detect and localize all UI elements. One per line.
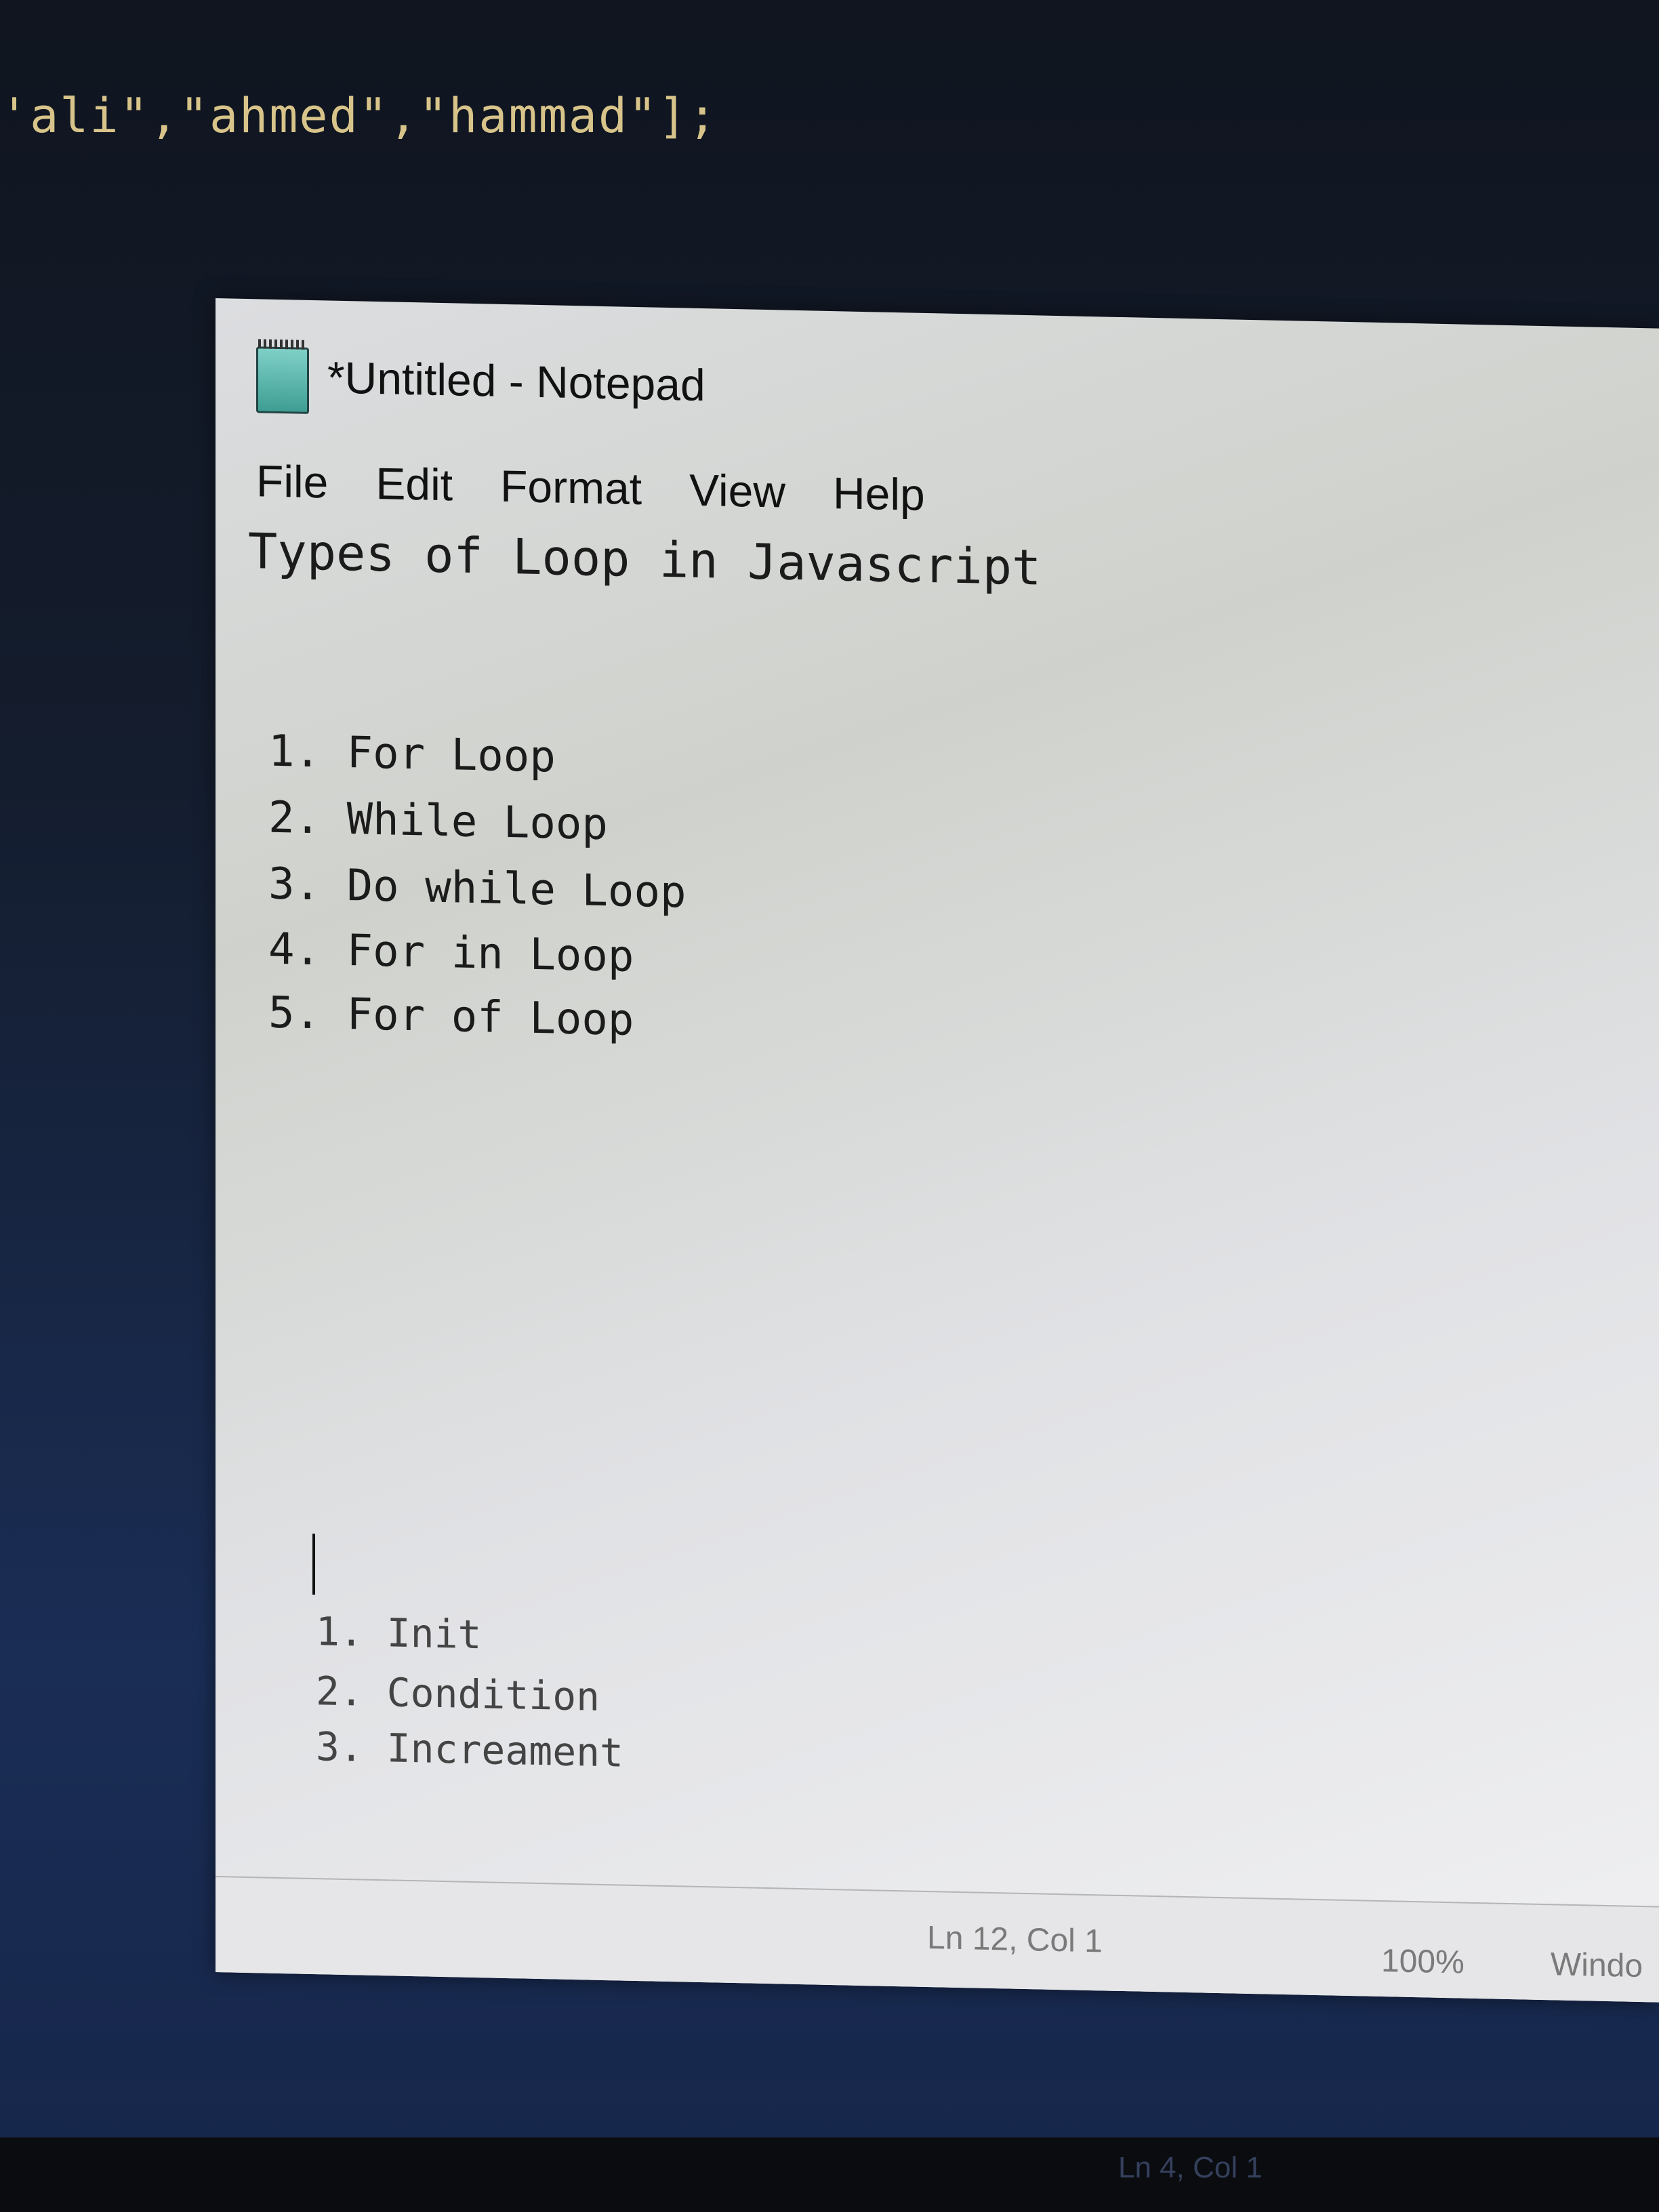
menu-file[interactable]: File (256, 455, 328, 524)
text-caret (312, 1533, 315, 1595)
line-ending: Windo (1551, 1946, 1643, 1985)
notepad-icon (256, 346, 309, 414)
cursor-position: Ln 12, Col 1 (927, 1919, 1103, 1960)
menu-help[interactable]: Help (833, 467, 925, 537)
zoom-level: 100% (1381, 1943, 1465, 1981)
loop-list-item: 3. Do while Loop (268, 859, 687, 918)
menu-format[interactable]: Format (500, 460, 642, 531)
taskbar-cursor-position: Ln 4, Col 1 (1118, 2151, 1263, 2184)
background-code-line: 'ali","ahmed","hammad"]; (0, 88, 718, 144)
text-editor-area[interactable]: Types of Loop in Javascript 1. For Loop … (248, 523, 1659, 1908)
loop-list-item: 1. For Loop (268, 726, 556, 783)
loop-list-item: 2. While Loop (268, 792, 608, 851)
notepad-window[interactable]: *Untitled - Notepad File Edit Format Vie… (216, 298, 1659, 2003)
loop-part-item: 3. Increament (316, 1723, 623, 1776)
loop-part-item: 2. Condition (316, 1668, 600, 1720)
title-bar[interactable]: *Untitled - Notepad (216, 298, 1659, 485)
loop-list-item: 4. For in Loop (268, 924, 634, 982)
menu-edit[interactable]: Edit (375, 457, 453, 527)
loop-part-item: 1. Init (316, 1608, 482, 1658)
taskbar: Ln 4, Col 1 (0, 2137, 1659, 2212)
window-title: *Untitled - Notepad (327, 352, 705, 411)
loop-list-item: 5. For of Loop (268, 987, 634, 1046)
menu-view[interactable]: View (689, 464, 785, 534)
